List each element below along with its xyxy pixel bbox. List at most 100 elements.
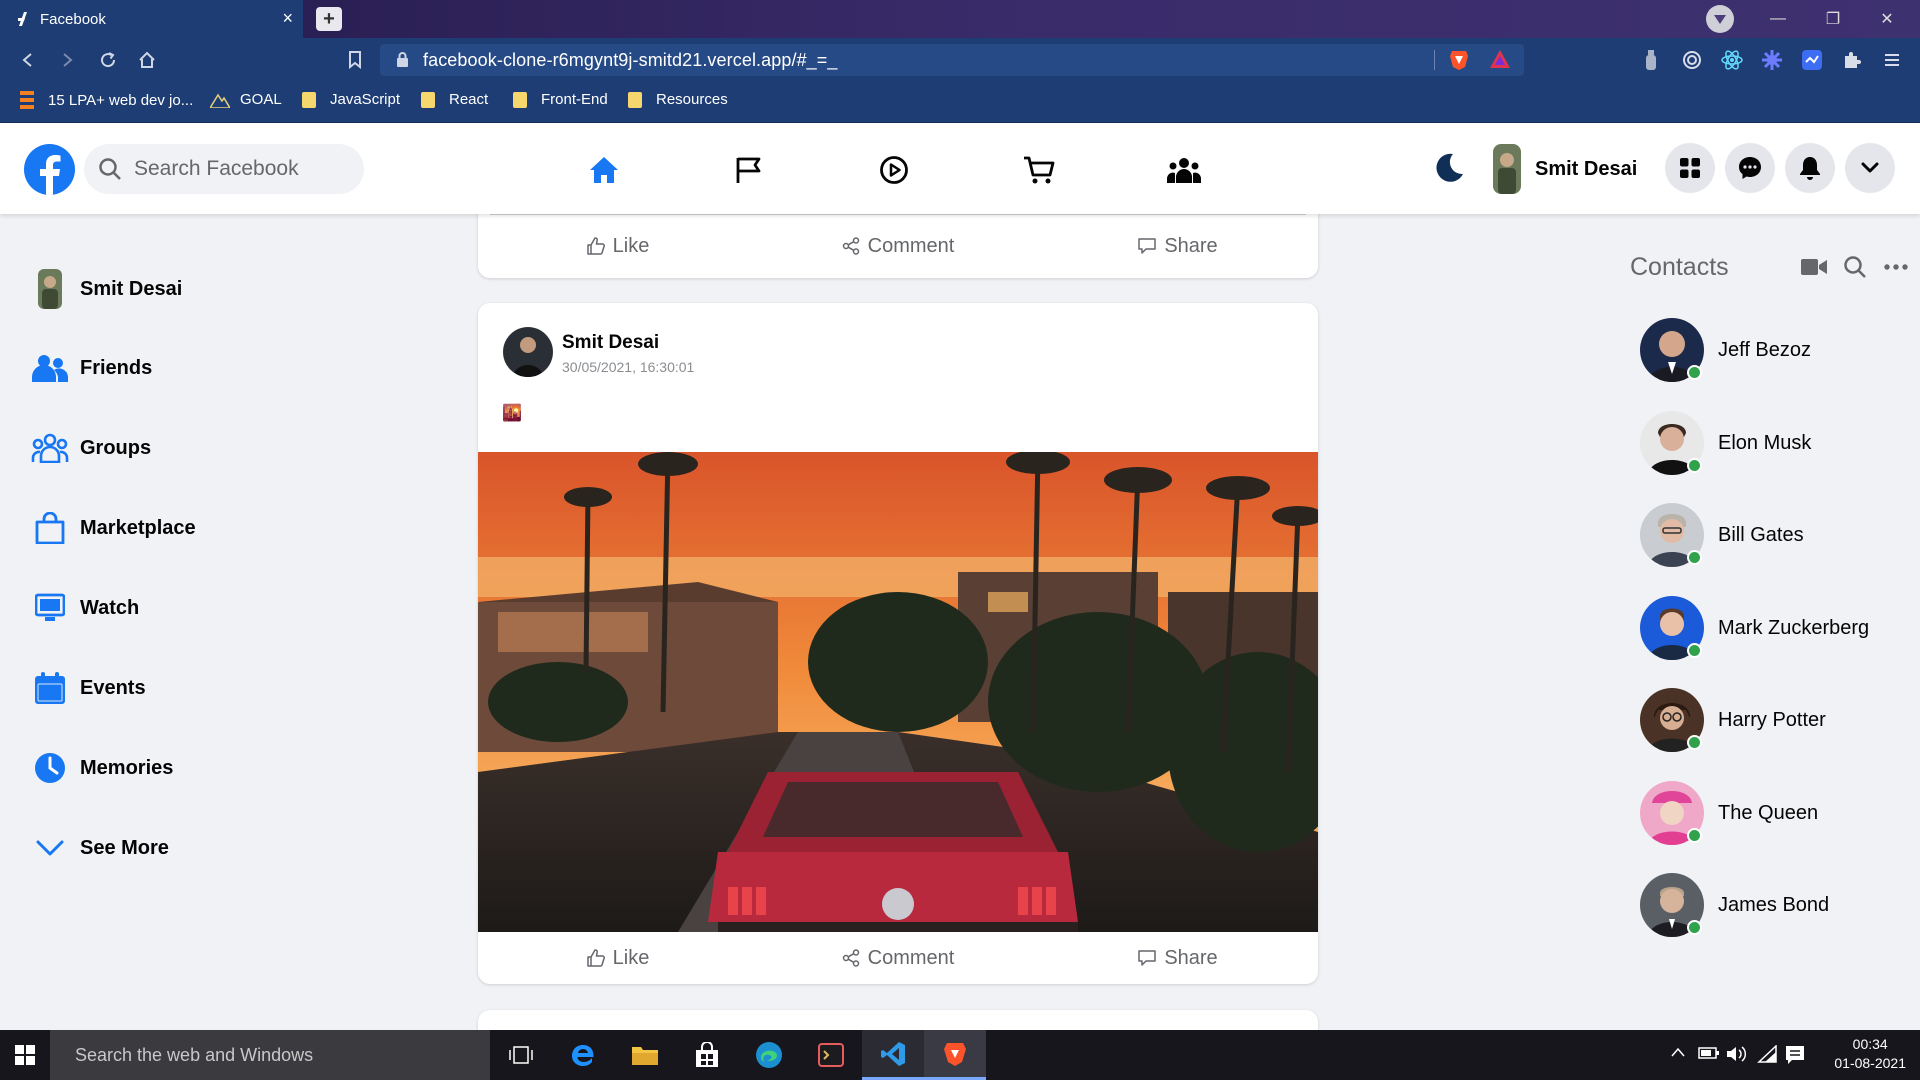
- sidebar-item-memories[interactable]: Memories: [30, 748, 173, 788]
- contact-item[interactable]: Bill Gates: [1640, 503, 1804, 567]
- wifi-icon[interactable]: [1756, 1045, 1778, 1063]
- extension-bottle-icon[interactable]: [1640, 49, 1662, 71]
- extension-gear-icon[interactable]: [1761, 49, 1783, 71]
- post-text: 🌇: [502, 405, 522, 422]
- folder-icon: [513, 91, 527, 108]
- messenger-button[interactable]: [1725, 143, 1775, 193]
- post-image[interactable]: [478, 452, 1318, 932]
- sidebar-item-marketplace[interactable]: Marketplace: [30, 508, 196, 548]
- bookmark-icon[interactable]: [343, 49, 367, 71]
- nav-groups-icon[interactable]: [1166, 152, 1202, 188]
- bookmark-job[interactable]: 15 LPA+ web dev jo...: [20, 91, 193, 109]
- maximize-icon[interactable]: ❐: [1810, 0, 1856, 38]
- search-input[interactable]: [134, 144, 354, 194]
- extensions-puzzle-icon[interactable]: [1841, 49, 1863, 71]
- post-author-name[interactable]: Smit Desai: [562, 332, 659, 354]
- brave-rewards-icon[interactable]: [1490, 50, 1510, 68]
- sidebar-item-profile[interactable]: Smit Desai: [30, 269, 182, 309]
- message-square-icon: [1138, 949, 1157, 967]
- sidebar-item-label: See More: [80, 836, 169, 859]
- like-label: Like: [612, 234, 650, 257]
- share-button[interactable]: Share: [1038, 932, 1318, 984]
- more-options-icon[interactable]: [1882, 253, 1910, 281]
- header-profile[interactable]: Smit Desai: [1493, 144, 1637, 194]
- bookmark-front-end[interactable]: Front-End: [513, 91, 608, 108]
- minimize-icon[interactable]: —: [1755, 0, 1801, 38]
- new-tab-button[interactable]: +: [316, 7, 342, 31]
- notification-center-icon[interactable]: [1785, 1045, 1805, 1065]
- online-indicator: [1687, 458, 1702, 473]
- notifications-button[interactable]: [1785, 143, 1835, 193]
- taskbar-clock[interactable]: 00:34 01-08-2021: [1834, 1035, 1906, 1073]
- nav-marketplace-icon[interactable]: [1021, 152, 1057, 188]
- address-bar[interactable]: facebook-clone-r6mgynt9j-smitd21.vercel.…: [380, 44, 1524, 76]
- battery-icon[interactable]: [1698, 1045, 1720, 1061]
- browser-menu-icon[interactable]: [1881, 49, 1903, 71]
- online-indicator: [1687, 643, 1702, 658]
- extension-target-icon[interactable]: [1681, 49, 1703, 71]
- comment-button[interactable]: Comment: [758, 220, 1038, 272]
- online-indicator: [1687, 735, 1702, 750]
- dark-mode-moon-icon[interactable]: [1433, 152, 1465, 184]
- sidebar-item-see-more[interactable]: See More: [30, 828, 169, 868]
- windows-start-icon[interactable]: [0, 1030, 50, 1080]
- home-browser-icon[interactable]: [135, 49, 159, 71]
- taskbar-search[interactable]: Search the web and Windows: [50, 1030, 490, 1080]
- edge-legacy-icon[interactable]: [552, 1030, 614, 1080]
- close-window-icon[interactable]: ✕: [1864, 0, 1910, 38]
- bookmark-javascript[interactable]: JavaScript: [302, 91, 400, 108]
- contact-item[interactable]: The Queen: [1640, 781, 1818, 845]
- tab-close-icon[interactable]: ×: [282, 9, 293, 27]
- contact-item[interactable]: Elon Musk: [1640, 411, 1811, 475]
- video-call-icon[interactable]: [1800, 253, 1828, 281]
- groups-icon: [30, 428, 70, 468]
- brave-browser-icon[interactable]: [924, 1030, 986, 1080]
- sidebar-item-watch[interactable]: Watch: [30, 588, 139, 628]
- comment-label: Comment: [867, 234, 955, 257]
- nav-home-icon[interactable]: [586, 152, 622, 188]
- online-indicator: [1687, 920, 1702, 935]
- like-button[interactable]: Like: [478, 932, 758, 984]
- contact-item[interactable]: Jeff Bezoz: [1640, 318, 1811, 382]
- contact-item[interactable]: Harry Potter: [1640, 688, 1826, 752]
- sidebar-item-events[interactable]: Events: [30, 668, 146, 708]
- menu-grid-button[interactable]: [1665, 143, 1715, 193]
- contacts-search-icon[interactable]: [1841, 253, 1869, 281]
- avatar[interactable]: [503, 327, 553, 377]
- vscode-icon[interactable]: [862, 1030, 924, 1080]
- comment-button[interactable]: Comment: [758, 932, 1038, 984]
- avatar: [1493, 144, 1521, 194]
- sidebar-item-label: Smit Desai: [80, 277, 183, 300]
- nav-flag-icon[interactable]: [731, 152, 767, 188]
- brave-shields-icon[interactable]: [1449, 49, 1469, 71]
- speaker-icon[interactable]: [1726, 1045, 1748, 1063]
- sidebar-item-groups[interactable]: Groups: [30, 428, 151, 468]
- bookmark-goal[interactable]: GOAL: [210, 91, 282, 108]
- reload-icon[interactable]: [96, 49, 120, 71]
- back-icon[interactable]: [16, 49, 40, 71]
- bookmark-react[interactable]: React: [421, 91, 488, 108]
- post-timestamp: 30/05/2021, 16:30:01: [562, 359, 695, 375]
- share-button[interactable]: Share: [1038, 220, 1318, 272]
- account-menu-button[interactable]: [1845, 143, 1895, 193]
- like-button[interactable]: Like: [478, 220, 758, 272]
- edge-icon[interactable]: [738, 1030, 800, 1080]
- tray-chevron-up-icon[interactable]: [1670, 1046, 1686, 1058]
- folder-icon: [302, 91, 316, 108]
- task-view-icon[interactable]: [490, 1030, 552, 1080]
- bookmark-resources[interactable]: Resources: [628, 91, 728, 108]
- sidebar-item-friends[interactable]: Friends: [30, 348, 152, 388]
- extension-react-icon[interactable]: [1721, 49, 1743, 71]
- profile-icon[interactable]: [1706, 5, 1734, 33]
- facebook-logo-icon[interactable]: [24, 144, 75, 195]
- terminal-icon[interactable]: [800, 1030, 862, 1080]
- browser-tab-facebook[interactable]: Facebook ×: [0, 0, 303, 38]
- contact-item[interactable]: James Bond: [1640, 873, 1829, 937]
- nav-watch-icon[interactable]: [876, 152, 912, 188]
- contact-item[interactable]: Mark Zuckerberg: [1640, 596, 1869, 660]
- file-explorer-icon[interactable]: [614, 1030, 676, 1080]
- forward-icon[interactable]: [55, 49, 79, 71]
- extension-checker-icon[interactable]: [1801, 49, 1823, 71]
- store-icon[interactable]: [676, 1030, 738, 1080]
- facebook-header: Smit Desai: [0, 123, 1920, 214]
